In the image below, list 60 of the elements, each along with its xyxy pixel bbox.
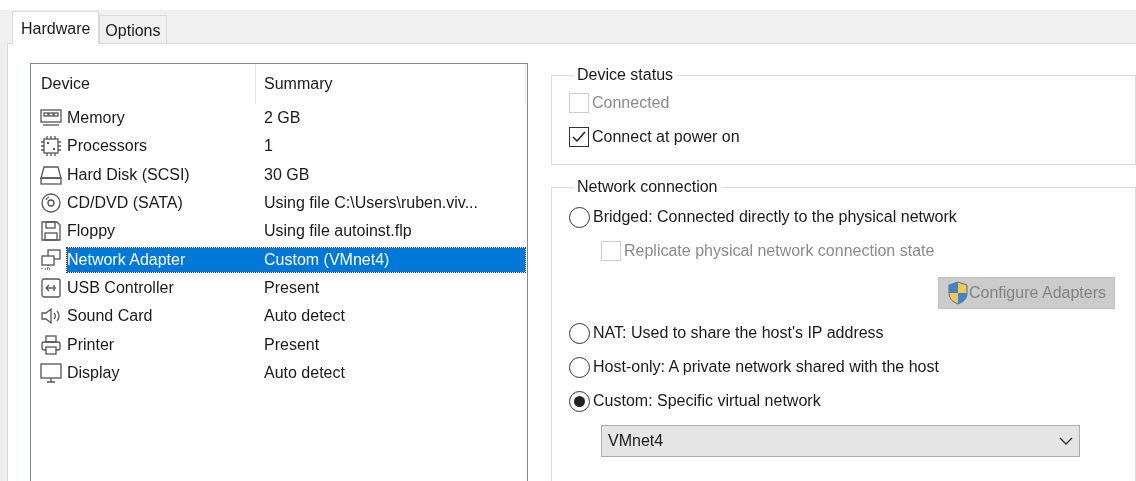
device-row[interactable]: CD/DVD (SATA) Using file C:\Users\ruben.viv... <box>67 191 525 216</box>
radio-button[interactable] <box>569 356 590 378</box>
device-name: Printer <box>67 334 116 355</box>
device-name: Memory <box>67 108 126 129</box>
column-header[interactable]: Device <box>31 64 256 104</box>
group-title: Network connection <box>576 177 719 197</box>
device-name: USB Controller <box>67 277 175 298</box>
monitor-icon <box>40 361 62 384</box>
device-row[interactable]: Sound Card Auto detect <box>67 304 525 329</box>
device-summary: 30 GB <box>264 164 310 185</box>
device-row[interactable]: Printer Present <box>67 332 525 357</box>
device-row[interactable]: Hard Disk (SCSI) 30 GB <box>67 162 525 187</box>
device-row[interactable]: Processors 1 <box>67 134 525 159</box>
tab[interactable]: Hardware <box>12 11 100 45</box>
tab[interactable]: Options <box>99 15 167 43</box>
device-name: CD/DVD (SATA) <box>67 193 184 214</box>
device-summary: Present <box>264 277 320 298</box>
checkbox-label: Connected <box>592 93 670 113</box>
device-row[interactable]: USB Controller Present <box>67 275 525 300</box>
chevron-down-icon <box>1059 436 1073 446</box>
device-row[interactable]: Display Auto detect <box>67 360 525 385</box>
device-name: Sound Card <box>67 306 154 327</box>
device-name: Processors <box>67 136 149 157</box>
device-summary: 1 <box>264 136 273 157</box>
device-row[interactable]: Floppy Using file autoinst.flp <box>67 219 525 244</box>
device-summary: Auto detect <box>264 362 345 383</box>
checkbox-label: Connect at power on <box>592 127 740 147</box>
printer-icon <box>40 333 62 356</box>
check-icon <box>571 129 587 145</box>
checkbox[interactable] <box>569 127 589 147</box>
device-name: Hard Disk (SCSI) <box>67 164 191 185</box>
device-row[interactable]: Memory 2 GB <box>67 106 525 131</box>
floppy-icon <box>40 220 62 243</box>
radio-label: NAT: Used to share the host's IP address <box>593 323 884 343</box>
radio-button[interactable] <box>569 390 590 412</box>
device-summary: Auto detect <box>264 306 345 327</box>
radio-label: Bridged: Connected directly to the physical network <box>593 207 957 227</box>
device-summary: Custom (VMnet4) <box>264 249 390 270</box>
device-name: Floppy <box>67 221 117 242</box>
shield-icon <box>947 281 969 305</box>
checkbox-label: Replicate physical network connection state <box>624 241 935 261</box>
radio-label: Custom: Specific virtual network <box>593 391 821 411</box>
radio-button[interactable] <box>569 206 590 228</box>
device-summary: Using file C:\Users\ruben.viv... <box>264 193 478 214</box>
device-row[interactable]: Network Adapter Custom (VMnet4) <box>67 247 525 272</box>
network-dropdown[interactable]: VMnet4 <box>601 425 1080 457</box>
hard-disk-icon <box>40 163 62 186</box>
disc-icon <box>40 192 62 215</box>
radio-button[interactable] <box>569 322 590 344</box>
chip-icon <box>40 135 62 158</box>
usb-icon <box>40 276 62 299</box>
device-name: Display <box>67 362 121 383</box>
device-name: Network Adapter <box>67 249 187 270</box>
device-summary: Present <box>264 334 320 355</box>
group-title: Device status <box>576 65 675 85</box>
device-summary: 2 GB <box>264 108 301 129</box>
radio-label: Host-only: A private network shared with the host <box>593 357 939 377</box>
device-summary: Using file autoinst.flp <box>264 221 412 242</box>
network-icon <box>40 248 62 271</box>
column-header[interactable]: Summary <box>256 64 526 104</box>
